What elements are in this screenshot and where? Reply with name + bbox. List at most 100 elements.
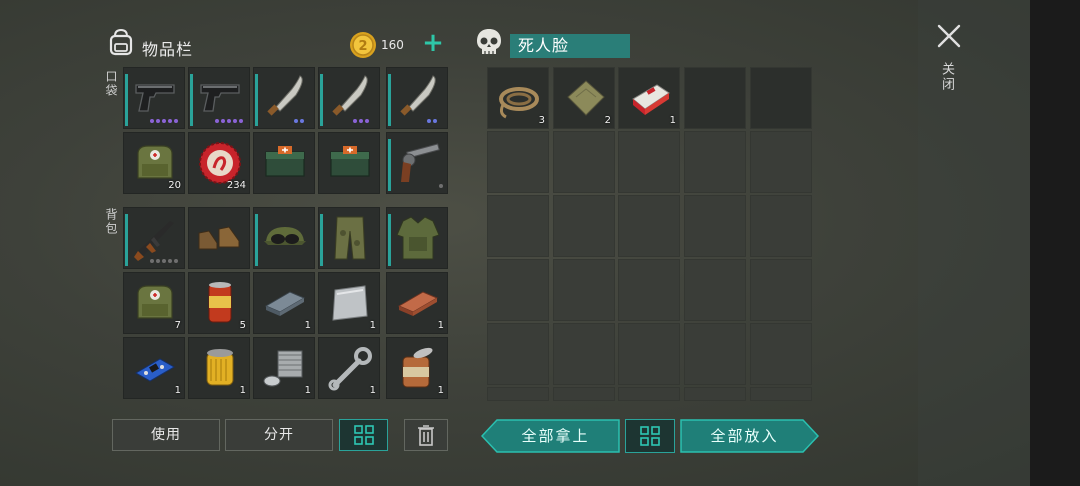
- pocket-slot[interactable]: 234: [188, 132, 250, 194]
- copper-bar-icon: [397, 291, 439, 316]
- loot-slot[interactable]: [618, 259, 680, 321]
- body-armor-icon: [396, 216, 440, 260]
- loot-slot[interactable]: 2: [553, 67, 615, 129]
- loot-slot[interactable]: [684, 67, 746, 129]
- loot-slot[interactable]: [750, 195, 812, 257]
- loot-slot[interactable]: [553, 323, 615, 385]
- loot-slot[interactable]: [618, 131, 680, 193]
- backpack-slot[interactable]: 1: [386, 272, 448, 334]
- food-can-icon: [208, 282, 232, 323]
- delete-button[interactable]: [404, 419, 448, 451]
- backpack-slot[interactable]: 1: [386, 337, 448, 399]
- backpack-slot[interactable]: [188, 207, 250, 269]
- machete-icon: [332, 75, 368, 116]
- backpack-slot[interactable]: [123, 207, 185, 269]
- pocket-slot[interactable]: [386, 132, 448, 194]
- sort-loot-button[interactable]: [625, 419, 675, 453]
- skull-icon: [477, 29, 501, 54]
- backpack-slot[interactable]: 1: [253, 337, 315, 399]
- backpack-slot[interactable]: 5: [188, 272, 250, 334]
- oil-filter-icon: [206, 349, 234, 386]
- pocket-slot[interactable]: [253, 67, 315, 129]
- loot-slot[interactable]: [618, 195, 680, 257]
- inventory-title: 物品栏: [142, 40, 194, 59]
- loot-slot[interactable]: [487, 387, 549, 401]
- backpack-label: 背包: [104, 208, 118, 236]
- first-aid-box-icon: [265, 146, 305, 177]
- close-icon[interactable]: [935, 22, 963, 50]
- medkit-bag-icon: [137, 285, 173, 319]
- loot-slot[interactable]: [487, 131, 549, 193]
- loot-slot[interactable]: [553, 259, 615, 321]
- loot-slot[interactable]: [618, 387, 680, 401]
- coin-icon: 2: [350, 32, 376, 58]
- pocket-slot[interactable]: [386, 67, 448, 129]
- cloth-icon: [567, 80, 605, 116]
- loot-slot[interactable]: [750, 67, 812, 129]
- grid-icon: [640, 426, 660, 446]
- assault-rifle-icon: [134, 221, 174, 261]
- backpack-slot[interactable]: 1: [318, 272, 380, 334]
- backpack-slot[interactable]: [386, 207, 448, 269]
- sort-inventory-button[interactable]: [339, 419, 388, 451]
- circuit-board-icon: [135, 358, 175, 382]
- wrench-icon: [328, 347, 372, 391]
- pocket-slot[interactable]: [188, 67, 250, 129]
- backpack-slot[interactable]: [318, 207, 380, 269]
- pocket-slot[interactable]: 20: [123, 132, 185, 194]
- loot-slot[interactable]: [553, 131, 615, 193]
- add-coins-button[interactable]: +: [422, 30, 444, 56]
- loot-slot[interactable]: [750, 387, 812, 401]
- loot-slot[interactable]: [487, 195, 549, 257]
- loot-slot[interactable]: 3: [487, 67, 549, 129]
- trash-icon: [418, 425, 434, 446]
- svg-text:2: 2: [358, 39, 367, 54]
- pocket-slot[interactable]: [318, 132, 380, 194]
- coin-count: 160: [381, 38, 404, 52]
- loot-slot[interactable]: [684, 387, 746, 401]
- loot-slot[interactable]: [684, 259, 746, 321]
- backpack-slot[interactable]: 1: [188, 337, 250, 399]
- backpack-slot[interactable]: 1: [253, 272, 315, 334]
- rope-icon: [499, 87, 539, 119]
- first-aid-box-icon: [330, 146, 370, 177]
- pocket-slot[interactable]: [318, 67, 380, 129]
- pocket-slot[interactable]: [123, 67, 185, 129]
- use-button[interactable]: 使用: [112, 419, 220, 451]
- put-all-button[interactable]: 全部放入: [680, 419, 819, 453]
- loot-slot[interactable]: [750, 323, 812, 385]
- cigarettes-icon: [632, 84, 670, 115]
- backpack-slot[interactable]: 1: [123, 337, 185, 399]
- take-all-button[interactable]: 全部拿上: [481, 419, 620, 453]
- machete-icon: [400, 75, 436, 116]
- grid-icon: [353, 425, 374, 445]
- backpack-icon: [109, 28, 133, 56]
- loot-slot[interactable]: 1: [618, 67, 680, 129]
- close-label[interactable]: 关闭: [939, 62, 956, 92]
- loot-container-name: 死人脸: [510, 34, 630, 58]
- pocket-slot[interactable]: [253, 132, 315, 194]
- loot-slot[interactable]: [487, 259, 549, 321]
- loot-slot[interactable]: [750, 131, 812, 193]
- loot-slot[interactable]: [553, 387, 615, 401]
- revolver-icon: [401, 143, 440, 182]
- loot-slot[interactable]: [684, 323, 746, 385]
- backpack-slot[interactable]: 1: [318, 337, 380, 399]
- side-panel: [918, 0, 1030, 486]
- loot-slot[interactable]: [487, 323, 549, 385]
- screen-edge: [1030, 0, 1080, 486]
- engine-part-icon: [263, 350, 303, 387]
- pistol-icon: [135, 84, 175, 112]
- backpack-slot[interactable]: [253, 207, 315, 269]
- pistol-icon: [200, 84, 240, 112]
- pockets-label: 口袋: [104, 70, 118, 98]
- backpack-slot[interactable]: 7: [123, 272, 185, 334]
- loot-slot[interactable]: [750, 259, 812, 321]
- loot-slot[interactable]: [618, 323, 680, 385]
- cap-goggles-icon: [264, 227, 306, 245]
- open-can-icon: [402, 347, 433, 388]
- loot-slot[interactable]: [553, 195, 615, 257]
- split-button[interactable]: 分开: [225, 419, 333, 451]
- loot-slot[interactable]: [684, 195, 746, 257]
- loot-slot[interactable]: [684, 131, 746, 193]
